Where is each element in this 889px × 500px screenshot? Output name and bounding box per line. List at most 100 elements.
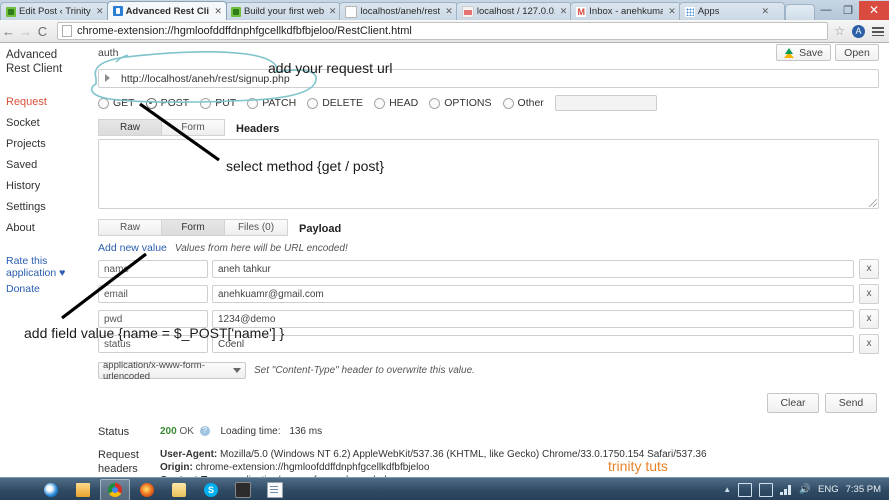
method-radio-delete[interactable]: DELETE	[307, 97, 363, 109]
method-radio-post[interactable]: POST	[145, 97, 189, 109]
payload-value-input[interactable]: Coenl	[212, 334, 854, 353]
close-icon[interactable]: ✕	[668, 6, 676, 17]
method-label: DELETE	[322, 97, 364, 109]
taskbar-notepad[interactable]	[260, 479, 290, 500]
sidebar-item-socket[interactable]: Socket	[0, 113, 88, 134]
status-badge: 200	[160, 426, 177, 437]
request-headers-row: Request headers User-Agent: Mozilla/5.0 …	[98, 448, 879, 477]
method-label: HEAD	[389, 97, 419, 109]
back-icon[interactable]: ←	[0, 24, 17, 39]
payload-hint-row: Add new value Values from here will be U…	[98, 242, 879, 254]
delete-row-button[interactable]: x	[859, 283, 879, 304]
headers-tabs: Raw Form Headers	[98, 119, 879, 136]
browser-tab-7-apps[interactable]: Apps ✕	[678, 2, 786, 20]
payload-value-input[interactable]: anehkuamr@gmail.com	[212, 284, 854, 303]
headers-textarea[interactable]	[98, 139, 879, 209]
browser-tab-6[interactable]: M Inbox - anehkumar@ ✕	[570, 2, 681, 20]
taskbar-file-explorer[interactable]	[68, 479, 98, 500]
avatar[interactable]: A	[852, 24, 865, 38]
payload-key-input[interactable]: name	[98, 259, 208, 278]
close-icon[interactable]: ✕	[560, 6, 568, 17]
start-button[interactable]	[0, 478, 34, 500]
taskbar-skype[interactable]: S	[196, 479, 226, 500]
annotation-method-note: select method {get / post}	[226, 158, 384, 174]
method-radio-head[interactable]: HEAD	[374, 97, 418, 109]
close-window-button[interactable]: ✕	[859, 0, 889, 20]
sidebar-item-about[interactable]: About	[0, 218, 88, 239]
close-icon[interactable]: ✕	[445, 6, 453, 17]
sidebar-item-saved[interactable]: Saved	[0, 155, 88, 176]
donate-link[interactable]: Donate	[0, 281, 88, 297]
payload-key-input[interactable]: email	[98, 284, 208, 303]
other-method-input[interactable]	[554, 95, 657, 111]
tab-payload-form[interactable]: Form	[161, 219, 225, 236]
close-icon[interactable]: ✕	[329, 6, 337, 17]
new-tab-button[interactable]	[785, 4, 815, 20]
bookmark-star-icon[interactable]: ☆	[834, 24, 845, 38]
browser-tab-1[interactable]: Edit Post ‹ Trinity Tut ✕	[0, 2, 109, 20]
clear-button[interactable]: Clear	[767, 393, 819, 413]
maximize-button[interactable]: ❐	[837, 1, 859, 19]
method-radio-patch[interactable]: PATCH	[247, 97, 296, 109]
method-radio-get[interactable]: GET	[98, 97, 135, 109]
add-new-value-link[interactable]: Add new value	[98, 242, 167, 254]
open-button[interactable]: Open	[835, 44, 879, 61]
save-button[interactable]: Save	[776, 44, 831, 61]
usb-device-icon[interactable]	[759, 482, 774, 497]
language-indicator[interactable]: ENG	[818, 484, 839, 495]
taskbar-phone[interactable]	[228, 479, 258, 500]
send-button[interactable]: Send	[825, 393, 877, 413]
taskbar-hand-app[interactable]	[164, 479, 194, 500]
taskbar-firefox[interactable]	[132, 479, 162, 500]
browser-tab-4[interactable]: localhost/aneh/rest/s ✕	[339, 2, 458, 20]
radio-icon	[502, 97, 514, 109]
method-radio-put[interactable]: PUT	[200, 97, 236, 109]
sidebar-item-settings[interactable]: Settings	[0, 197, 88, 218]
content-type-select[interactable]: application/x-www-form-urlencoded	[98, 360, 246, 382]
taskbar-chrome[interactable]	[100, 478, 130, 500]
sidebar-item-history[interactable]: History	[0, 176, 88, 197]
minimize-button[interactable]: —	[815, 1, 837, 19]
close-icon[interactable]: ✕	[761, 6, 769, 17]
info-icon[interactable]: ?	[199, 426, 210, 436]
close-icon[interactable]: ✕	[96, 6, 104, 17]
windows-taskbar: S ▲ 🔊 ENG 7:35 PM	[0, 477, 889, 500]
chrome-menu-icon[interactable]	[872, 26, 884, 36]
tab-headers-form[interactable]: Form	[161, 119, 225, 136]
delete-row-button[interactable]: x	[859, 333, 879, 354]
clock[interactable]: 7:35 PM	[846, 484, 881, 495]
taskbar-internet-explorer[interactable]	[36, 479, 66, 500]
method-radio-other[interactable]: Other	[502, 97, 544, 109]
tab-title: Edit Post ‹ Trinity Tut	[19, 6, 91, 17]
request-headers-label: Request headers	[98, 448, 160, 477]
reload-icon[interactable]: C	[34, 24, 51, 39]
method-radio-options[interactable]: OPTIONS	[429, 97, 492, 109]
close-icon[interactable]: ✕	[214, 6, 222, 17]
volume-icon[interactable]: 🔊	[799, 484, 811, 495]
page-info-icon	[62, 25, 72, 37]
header-value: chrome-extension://hgmloofddffdnphfgcell…	[195, 462, 430, 473]
address-bar[interactable]: chrome-extension://hgmloofddffdnphfgcell…	[57, 22, 829, 40]
payload-value-input[interactable]: aneh tahkur	[212, 259, 854, 278]
action-center-icon[interactable]	[738, 482, 753, 497]
tab-payload-raw[interactable]: Raw	[98, 219, 162, 236]
show-hidden-icons-button[interactable]: ▲	[723, 485, 731, 494]
delete-row-button[interactable]: x	[859, 258, 879, 279]
browser-tab-2-active[interactable]: Advanced Rest Client ✕	[106, 1, 227, 20]
network-signal-icon[interactable]	[780, 484, 793, 495]
request-url-input[interactable]: http://localhost/aneh/rest/signup.php	[98, 69, 879, 88]
browser-tab-3[interactable]: Build your first web se ✕	[224, 2, 342, 20]
tab-payload-files[interactable]: Files (0)	[224, 219, 288, 236]
browser-tab-5[interactable]: localhost / 127.0.0.1 / ✕	[455, 2, 573, 20]
hand-app-icon	[172, 482, 186, 497]
sidebar-item-projects[interactable]: Projects	[0, 134, 88, 155]
payload-value-input[interactable]: 1234@demo	[212, 309, 854, 328]
tab-title: Apps	[697, 6, 720, 17]
forward-icon[interactable]: →	[17, 24, 34, 39]
content-type-hint: Set "Content-Type" header to overwrite t…	[254, 365, 475, 376]
rate-app-link[interactable]: Rate this application ♥	[0, 253, 88, 281]
tab-headers-raw[interactable]: Raw	[98, 119, 162, 136]
chevron-right-icon[interactable]	[105, 74, 110, 82]
sidebar-item-request[interactable]: Request	[0, 92, 88, 113]
delete-row-button[interactable]: x	[859, 308, 879, 329]
